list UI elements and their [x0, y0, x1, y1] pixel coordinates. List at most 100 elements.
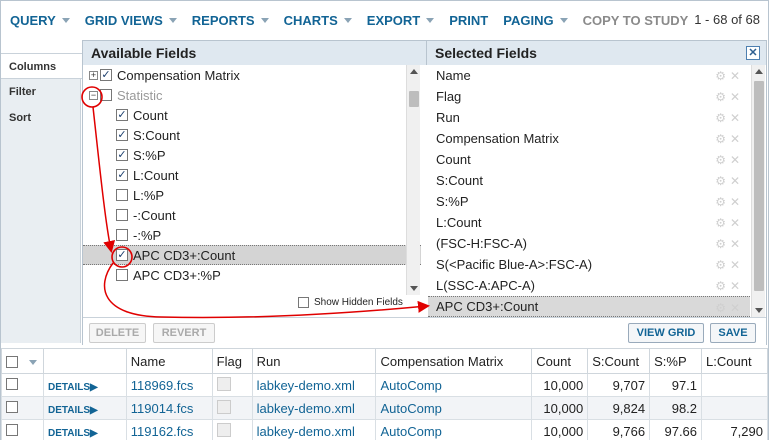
gear-close-icons[interactable]: ⚙✕: [715, 90, 744, 104]
checkbox-statistic[interactable]: [100, 89, 112, 101]
column-header-s-count[interactable]: S:Count: [587, 348, 651, 374]
select-all-header[interactable]: [1, 348, 44, 374]
selected-field[interactable]: L(SSC-A:APC-A) ⚙✕: [428, 275, 750, 296]
selected-field[interactable]: (FSC-H:FSC-A) ⚙✕: [428, 233, 750, 254]
column-header-count[interactable]: Count: [531, 348, 589, 374]
gear-close-icons[interactable]: ⚙✕: [715, 195, 744, 209]
column-header-s-p[interactable]: S:%P: [649, 348, 703, 374]
print-button[interactable]: PRINT: [449, 13, 488, 28]
charts-menu[interactable]: CHARTS: [284, 13, 352, 28]
flag-icon[interactable]: [216, 399, 231, 414]
selected-field[interactable]: Run ⚙✕: [428, 107, 750, 128]
selected-field[interactable]: L:Count ⚙✕: [428, 212, 750, 233]
close-icon[interactable]: ✕: [746, 46, 760, 60]
scroll-up-icon[interactable]: [410, 69, 418, 74]
comp-link[interactable]: AutoComp: [375, 419, 533, 440]
checkbox-dash-p[interactable]: [116, 229, 128, 241]
tree-row-apc-cd3-count[interactable]: ✓ APC CD3+:Count: [83, 245, 421, 265]
row-checkbox[interactable]: [6, 423, 18, 436]
selected-field[interactable]: S(<Pacific Blue-A>:FSC-A) ⚙✕: [428, 254, 750, 275]
tree-row-statistic[interactable]: − Statistic: [83, 85, 421, 105]
scroll-down-icon[interactable]: [410, 286, 418, 291]
gear-close-icons[interactable]: ⚙✕: [715, 279, 744, 293]
scroll-down-icon[interactable]: [755, 308, 763, 313]
row-select-cell[interactable]: [1, 396, 44, 420]
selected-field[interactable]: Name ⚙✕: [428, 65, 750, 86]
name-link[interactable]: 119162.fcs: [125, 419, 213, 440]
grid-views-menu[interactable]: GRID VIEWS: [85, 13, 177, 28]
details-link[interactable]: DETAILS▶: [42, 419, 127, 440]
show-hidden-fields[interactable]: Show Hidden Fields: [298, 297, 403, 308]
gear-close-icons[interactable]: ⚙✕: [715, 301, 744, 315]
tree-row-dash-p[interactable]: -:%P: [83, 225, 421, 245]
checkbox-l-count[interactable]: ✓: [116, 169, 128, 181]
select-all-checkbox[interactable]: [6, 356, 18, 369]
selected-field[interactable]: Count ⚙✕: [428, 149, 750, 170]
name-link[interactable]: 118969.fcs: [125, 373, 213, 397]
flag-cell[interactable]: [211, 373, 253, 397]
copy-to-study-button[interactable]: COPY TO STUDY: [583, 13, 689, 28]
run-link[interactable]: labkey-demo.xml: [251, 396, 377, 420]
column-header-compensation-matrix[interactable]: Compensation Matrix: [375, 348, 533, 374]
show-hidden-checkbox[interactable]: [298, 297, 309, 308]
scroll-up-icon[interactable]: [755, 69, 763, 74]
selected-field-new[interactable]: APC CD3+:Count ⚙✕: [428, 296, 750, 317]
tree-row-compensation-matrix[interactable]: + ✓ Compensation Matrix: [83, 65, 421, 85]
view-grid-button[interactable]: VIEW GRID: [628, 323, 704, 343]
gear-close-icons[interactable]: ⚙✕: [715, 174, 744, 188]
reports-menu[interactable]: REPORTS: [192, 13, 269, 28]
flag-cell[interactable]: [211, 419, 253, 440]
tab-columns[interactable]: Columns: [1, 53, 82, 79]
flag-icon[interactable]: [216, 376, 231, 391]
tab-filter[interactable]: Filter: [1, 79, 80, 105]
tree-row-s-count[interactable]: ✓ S:Count: [83, 125, 421, 145]
column-header-l-count[interactable]: L:Count: [701, 348, 768, 374]
flag-icon[interactable]: [216, 422, 231, 437]
name-link[interactable]: 119014.fcs: [125, 396, 213, 420]
run-link[interactable]: labkey-demo.xml: [251, 419, 377, 440]
checkbox-l-p[interactable]: [116, 189, 128, 201]
details-link[interactable]: DETAILS▶: [42, 396, 127, 420]
selected-field[interactable]: S:Count ⚙✕: [428, 170, 750, 191]
checkbox-apc-cd3-p[interactable]: [116, 269, 128, 281]
tree-row-l-p[interactable]: L:%P: [83, 185, 421, 205]
column-header-name[interactable]: Name: [125, 348, 213, 374]
scroll-thumb[interactable]: [409, 91, 419, 107]
selected-field[interactable]: S:%P ⚙✕: [428, 191, 750, 212]
expand-icon[interactable]: +: [89, 70, 98, 80]
checkbox-count[interactable]: ✓: [116, 109, 128, 121]
available-scrollbar[interactable]: [406, 65, 420, 295]
gear-close-icons[interactable]: ⚙✕: [715, 111, 744, 125]
row-select-cell[interactable]: [1, 373, 44, 397]
flag-cell[interactable]: [211, 396, 253, 420]
gear-close-icons[interactable]: ⚙✕: [715, 132, 744, 146]
checkbox-s-count[interactable]: ✓: [116, 129, 128, 141]
tree-row-l-count[interactable]: ✓ L:Count: [83, 165, 421, 185]
checkbox-s-p[interactable]: ✓: [116, 149, 128, 161]
tree-row-dash-count[interactable]: -:Count: [83, 205, 421, 225]
query-menu[interactable]: QUERY: [10, 13, 70, 28]
gear-close-icons[interactable]: ⚙✕: [715, 69, 744, 83]
checkbox-compensation-matrix[interactable]: ✓: [100, 69, 112, 81]
save-button[interactable]: SAVE: [710, 323, 756, 343]
details-link[interactable]: DETAILS▶: [42, 373, 127, 397]
checkbox-apc-cd3-count[interactable]: ✓: [116, 249, 128, 261]
comp-link[interactable]: AutoComp: [375, 373, 533, 397]
row-checkbox[interactable]: [6, 400, 18, 413]
delete-button[interactable]: DELETE: [89, 323, 146, 343]
column-header-flag[interactable]: Flag: [211, 348, 253, 374]
selected-field[interactable]: Compensation Matrix ⚙✕: [428, 128, 750, 149]
row-checkbox[interactable]: [6, 377, 18, 390]
selected-field[interactable]: Flag ⚙✕: [428, 86, 750, 107]
tree-row-s-p[interactable]: ✓ S:%P: [83, 145, 421, 165]
gear-close-icons[interactable]: ⚙✕: [715, 153, 744, 167]
chevron-down-icon[interactable]: [29, 359, 37, 365]
tree-row-apc-cd3-p[interactable]: APC CD3+:%P: [83, 265, 421, 285]
column-header-run[interactable]: Run: [251, 348, 377, 374]
scroll-thumb[interactable]: [754, 81, 764, 291]
export-menu[interactable]: EXPORT: [367, 13, 435, 28]
paging-menu[interactable]: PAGING: [503, 13, 568, 28]
run-link[interactable]: labkey-demo.xml: [251, 373, 377, 397]
selected-scrollbar[interactable]: [751, 65, 765, 317]
revert-button[interactable]: REVERT: [153, 323, 215, 343]
